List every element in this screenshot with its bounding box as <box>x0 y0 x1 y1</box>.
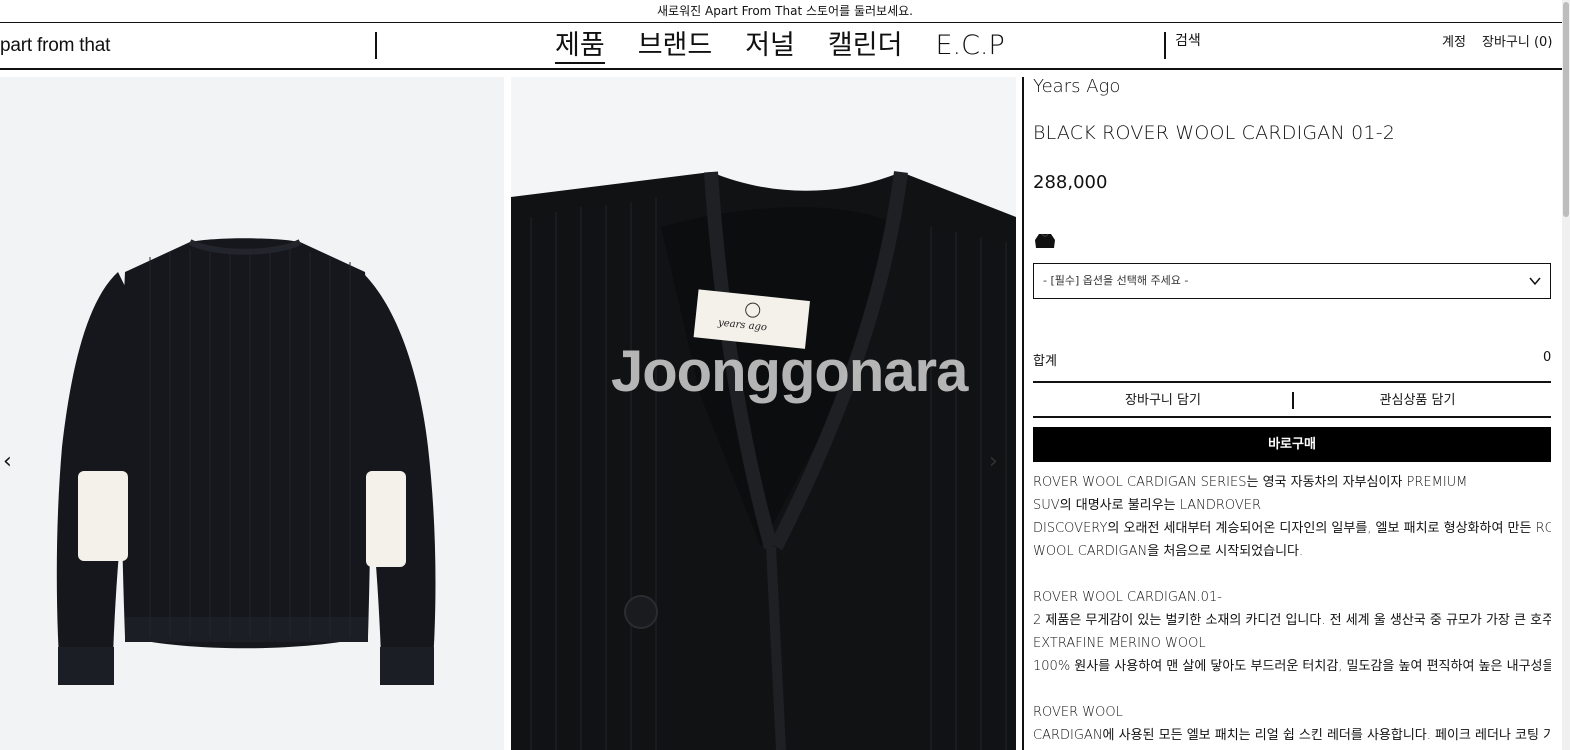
search-link[interactable]: 검색 <box>1175 30 1201 50</box>
gallery-next-icon[interactable]: › <box>989 449 998 474</box>
description-line: WOOL CARDIGAN을 처음으로 시작되었습니다. <box>1033 544 1304 559</box>
total-label: 합계 <box>1033 354 1057 369</box>
header-divider <box>375 32 377 59</box>
site-logo[interactable]: part from that <box>0 35 110 57</box>
scrollbar-thumb[interactable] <box>1563 2 1569 217</box>
cart-link[interactable]: 장바구니 (0) <box>1482 31 1552 50</box>
color-swatch-icon[interactable] <box>1034 230 1056 252</box>
description-line <box>1033 563 1551 586</box>
panel-divider <box>1022 77 1024 750</box>
description-line: 100% 원사를 사용하여 맨 살에 닿아도 부드러운 터치감, 밀도감을 높여… <box>1033 659 1551 674</box>
watermark: Joonggonara <box>611 339 968 404</box>
add-to-wishlist-button[interactable]: 관심상품 담기 <box>1294 388 1541 414</box>
nav-item-products[interactable]: 제품 <box>555 29 605 64</box>
buy-now-button[interactable]: 바로구매 <box>1033 427 1551 462</box>
product-price: 288,000 <box>1033 172 1108 193</box>
total-value: 0 <box>1543 350 1552 365</box>
description-line: CARDIGAN에 사용된 모든 엘보 패치는 리얼 쉽 스킨 레더를 사용합니… <box>1033 728 1551 743</box>
description-line: SUV의 대명사로 불리우는 LANDROVER <box>1033 498 1262 513</box>
main-nav: 제품 브랜드 저널 캘린더 E.C.P <box>555 29 1005 64</box>
announcement-text[interactable]: 새로워진 Apart From That 스토어를 둘러보세요. <box>657 4 913 18</box>
site-header: part from that 제품 브랜드 저널 캘린더 E.C.P 검색 계정… <box>0 23 1562 70</box>
description-line: ROVER WOOL CARDIGAN.01- <box>1033 590 1222 605</box>
sweater-detail-illustration <box>511 77 1016 750</box>
account-link[interactable]: 계정 <box>1442 31 1466 50</box>
product-image-back <box>0 77 504 750</box>
divider <box>1033 416 1551 418</box>
product-brand[interactable]: Years Ago <box>1033 76 1120 97</box>
chevron-down-icon <box>1529 277 1541 286</box>
gallery-prev-icon[interactable]: ‹ <box>3 449 12 474</box>
option-select-value: - [필수] 옵션을 선택해 주세요 - <box>1043 274 1189 287</box>
sweater-back-illustration <box>56 238 436 685</box>
nav-item-ecp[interactable]: E.C.P <box>935 29 1004 64</box>
option-select[interactable]: - [필수] 옵션을 선택해 주세요 - <box>1033 263 1551 299</box>
product-name: BLACK ROVER WOOL CARDIGAN 01-2 <box>1033 122 1396 144</box>
description-line: DISCOVERY의 오래전 세대부터 계승되어온 디자인의 일부를, 엘보 패… <box>1033 521 1551 536</box>
divider <box>1033 381 1551 383</box>
nav-item-calendar[interactable]: 캘린더 <box>828 29 903 64</box>
nav-item-journal[interactable]: 저널 <box>745 29 795 64</box>
description-line <box>1033 678 1551 701</box>
description-line: 2 제품은 무게감이 있는 벌키한 소재의 카디건 입니다. 전 세계 울 생산… <box>1033 613 1551 628</box>
header-divider <box>1164 32 1166 59</box>
description-line: ROVER WOOL <box>1033 705 1123 720</box>
announcement-bar[interactable]: 새로워진 Apart From That 스토어를 둘러보세요. <box>0 0 1570 23</box>
nav-item-brands[interactable]: 브랜드 <box>638 29 713 64</box>
add-to-cart-button[interactable]: 장바구니 담기 <box>1033 388 1293 414</box>
product-description: ROVER WOOL CARDIGAN SERIES는 영국 자동차의 자부심이… <box>1033 471 1551 747</box>
description-line: EXTRAFINE MERINO WOOL <box>1033 636 1206 651</box>
product-image-detail: years ago <box>511 77 1016 750</box>
description-line: ROVER WOOL CARDIGAN SERIES는 영국 자동차의 자부심이… <box>1033 475 1468 490</box>
